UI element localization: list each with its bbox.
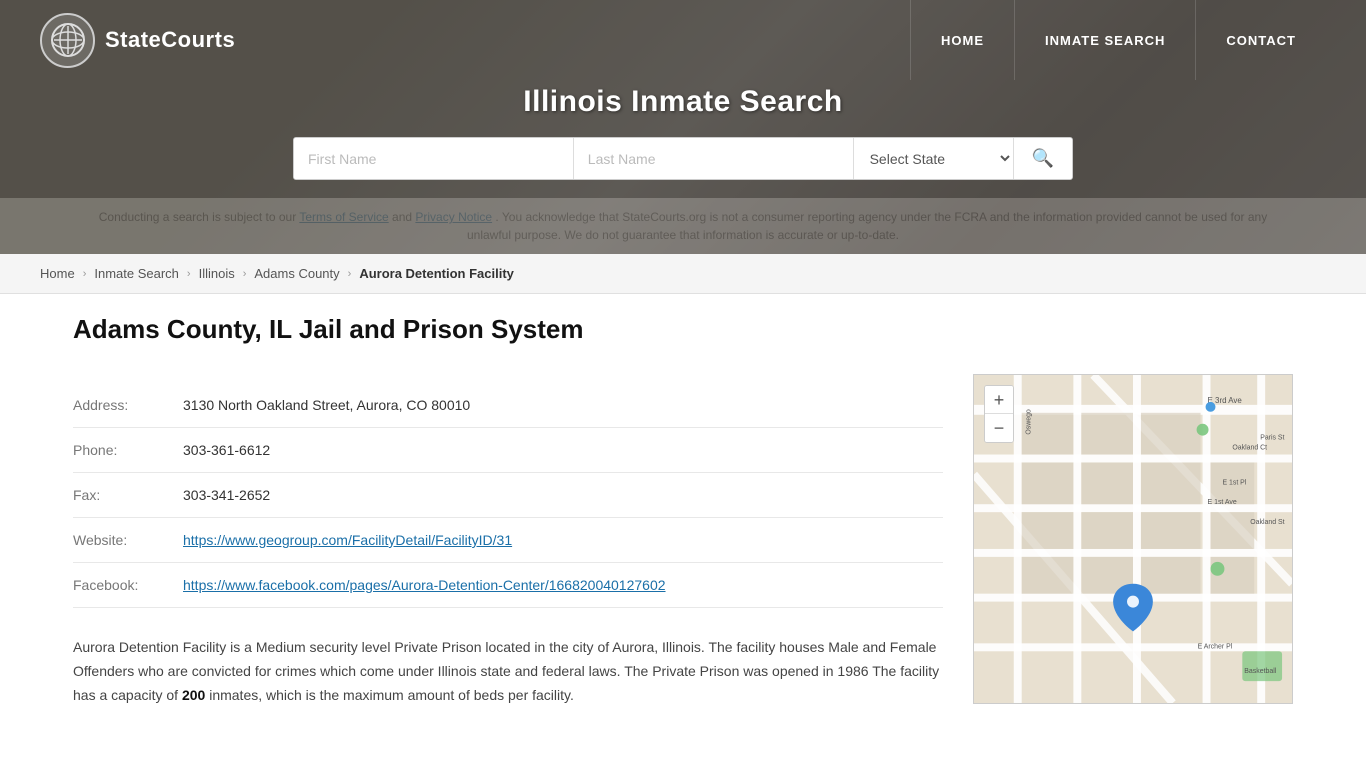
chevron-icon-3: ›	[243, 268, 247, 280]
facebook-value: https://www.facebook.com/pages/Aurora-De…	[183, 563, 943, 608]
phone-label: Phone:	[73, 428, 183, 473]
svg-text:Basketball: Basketball	[1244, 668, 1276, 675]
content-left: Adams County, IL Jail and Prison System …	[73, 314, 943, 707]
search-button[interactable]: 🔍	[1014, 138, 1072, 179]
top-nav: StateCourts HOME INMATE SEARCH CONTACT	[0, 0, 1366, 80]
svg-text:Paris St: Paris St	[1260, 435, 1284, 442]
chevron-icon-1: ›	[83, 268, 87, 280]
nav-home[interactable]: HOME	[910, 0, 1014, 80]
search-bar: Select StateAlabamaAlaskaArizonaArkansas…	[293, 137, 1073, 180]
zoom-in-button[interactable]: +	[985, 386, 1013, 414]
main-container: Adams County, IL Jail and Prison System …	[33, 294, 1333, 747]
svg-text:Oakland Ct: Oakland Ct	[1232, 445, 1267, 452]
facility-info-table: Address: 3130 North Oakland Street, Auro…	[73, 383, 943, 608]
breadcrumb-home[interactable]: Home	[40, 266, 75, 281]
map-svg: E 3rd Ave Paris St Oakland Ct E 1st Pl E…	[974, 375, 1292, 703]
search-bar-area: Select StateAlabamaAlaskaArizonaArkansas…	[0, 137, 1366, 198]
breadcrumb: Home › Inmate Search › Illinois › Adams …	[0, 254, 1366, 294]
website-value: https://www.geogroup.com/FacilityDetail/…	[183, 518, 943, 563]
chevron-icon-4: ›	[348, 268, 352, 280]
first-name-input[interactable]	[294, 138, 574, 179]
logo-text: StateCourts	[105, 27, 235, 53]
svg-text:Oakland St: Oakland St	[1250, 519, 1284, 526]
last-name-input[interactable]	[574, 138, 854, 179]
breadcrumb-current: Aurora Detention Facility	[359, 266, 514, 281]
map-container: E 3rd Ave Paris St Oakland Ct E 1st Pl E…	[973, 374, 1293, 707]
breadcrumb-illinois[interactable]: Illinois	[199, 266, 235, 281]
breadcrumb-adams-county[interactable]: Adams County	[254, 266, 339, 281]
address-row: Address: 3130 North Oakland Street, Auro…	[73, 383, 943, 428]
fax-row: Fax: 303-341-2652	[73, 473, 943, 518]
phone-row: Phone: 303-361-6612	[73, 428, 943, 473]
page-title: Illinois Inmate Search	[0, 85, 1366, 119]
nav-contact[interactable]: CONTACT	[1195, 0, 1326, 80]
phone-value: 303-361-6612	[183, 428, 943, 473]
facility-title: Adams County, IL Jail and Prison System	[73, 314, 943, 355]
nav-inmate-search[interactable]: INMATE SEARCH	[1014, 0, 1195, 80]
map-area: E 3rd Ave Paris St Oakland Ct E 1st Pl E…	[973, 374, 1293, 704]
svg-text:E 1st Ave: E 1st Ave	[1208, 499, 1237, 506]
zoom-controls: + −	[984, 385, 1014, 443]
website-label: Website:	[73, 518, 183, 563]
search-icon: 🔍	[1032, 148, 1054, 169]
svg-text:E Archer Pl: E Archer Pl	[1198, 643, 1233, 650]
address-label: Address:	[73, 383, 183, 428]
capacity-value: 200	[182, 687, 205, 703]
fax-value: 303-341-2652	[183, 473, 943, 518]
breadcrumb-inmate-search[interactable]: Inmate Search	[94, 266, 179, 281]
svg-text:Oswego: Oswego	[1026, 409, 1033, 435]
site-header: StateCourts HOME INMATE SEARCH CONTACT I…	[0, 0, 1366, 254]
facebook-link[interactable]: https://www.facebook.com/pages/Aurora-De…	[183, 577, 666, 593]
facebook-row: Facebook: https://www.facebook.com/pages…	[73, 563, 943, 608]
header-title-area: Illinois Inmate Search	[0, 80, 1366, 137]
website-row: Website: https://www.geogroup.com/Facili…	[73, 518, 943, 563]
zoom-out-button[interactable]: −	[985, 414, 1013, 442]
website-link[interactable]: https://www.geogroup.com/FacilityDetail/…	[183, 532, 512, 548]
svg-text:E 1st Pl: E 1st Pl	[1222, 479, 1246, 486]
chevron-icon-2: ›	[187, 268, 191, 280]
description-text-after: inmates, which is the maximum amount of …	[209, 687, 574, 703]
state-select[interactable]: Select StateAlabamaAlaskaArizonaArkansas…	[854, 138, 1014, 179]
facebook-label: Facebook:	[73, 563, 183, 608]
address-value: 3130 North Oakland Street, Aurora, CO 80…	[183, 383, 943, 428]
nav-links: HOME INMATE SEARCH CONTACT	[910, 0, 1326, 80]
logo-link[interactable]: StateCourts	[40, 13, 235, 68]
fax-label: Fax:	[73, 473, 183, 518]
logo-icon	[40, 13, 95, 68]
facility-description: Aurora Detention Facility is a Medium se…	[73, 636, 943, 707]
